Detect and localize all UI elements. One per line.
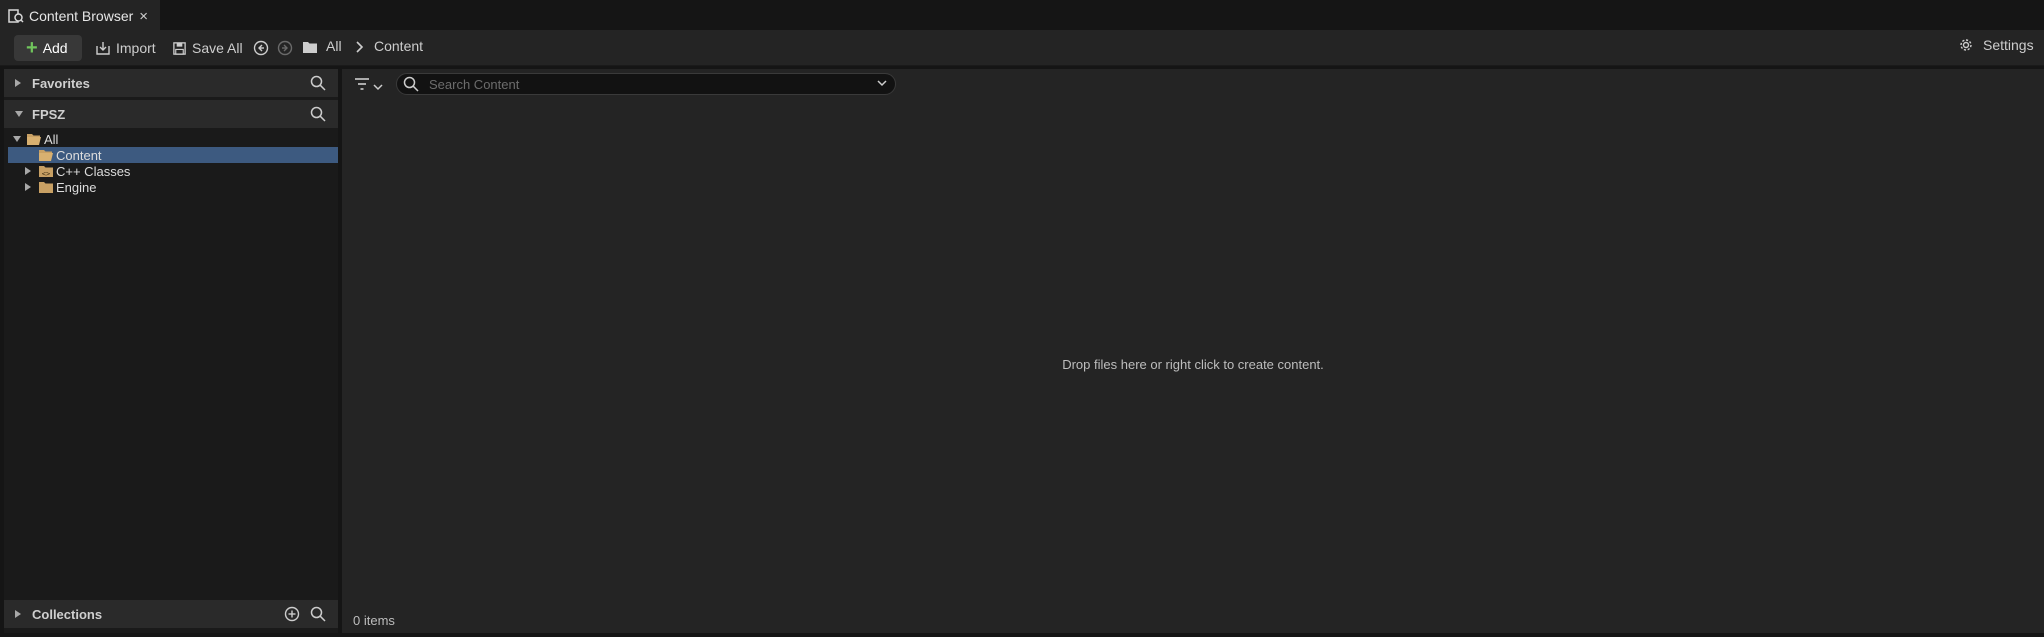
svg-text:<>: <> bbox=[42, 170, 50, 178]
favorites-label: Favorites bbox=[32, 75, 90, 91]
forward-icon[interactable] bbox=[277, 40, 293, 61]
breadcrumb-all[interactable]: All bbox=[326, 38, 342, 54]
folder-code-icon: <> bbox=[38, 165, 54, 178]
save-all-button[interactable]: Save All bbox=[172, 35, 243, 61]
plus-icon: + bbox=[26, 37, 38, 59]
item-count: 0 items bbox=[353, 613, 395, 628]
tree-item-all[interactable]: All bbox=[8, 131, 338, 147]
add-button[interactable]: + Add bbox=[14, 35, 82, 61]
tab-content-browser[interactable]: Content Browser × bbox=[0, 0, 160, 30]
gear-icon bbox=[1958, 37, 1974, 53]
project-label: FPSZ bbox=[32, 106, 66, 122]
tree-item-cpp-classes[interactable]: <> C++ Classes bbox=[8, 163, 338, 179]
tab-title: Content Browser bbox=[29, 8, 134, 24]
collections-label: Collections bbox=[32, 606, 103, 622]
tree-item-label: Engine bbox=[56, 179, 97, 195]
search-field[interactable] bbox=[396, 73, 896, 95]
favorites-header[interactable]: Favorites bbox=[4, 69, 338, 97]
tree-item-label: All bbox=[44, 131, 59, 147]
chevron-down-icon[interactable] bbox=[877, 79, 887, 87]
filter-icon bbox=[354, 77, 370, 96]
collapse-arrow-icon[interactable] bbox=[12, 135, 22, 143]
search-icon[interactable] bbox=[310, 606, 326, 627]
close-icon[interactable]: × bbox=[139, 8, 148, 25]
project-header[interactable]: FPSZ bbox=[4, 100, 338, 128]
save-all-button-label: Save All bbox=[192, 40, 243, 56]
content-browser-icon bbox=[6, 6, 26, 26]
add-collection-icon[interactable] bbox=[284, 606, 300, 627]
folder-icon bbox=[38, 181, 54, 194]
save-icon bbox=[172, 41, 187, 56]
folder-open-icon bbox=[38, 149, 54, 162]
import-button[interactable]: Import bbox=[95, 35, 156, 61]
search-input[interactable] bbox=[427, 75, 857, 93]
chevron-right-icon[interactable] bbox=[354, 40, 364, 59]
folder-open-icon bbox=[26, 133, 42, 146]
search-icon[interactable] bbox=[310, 75, 326, 96]
collapse-arrow-icon[interactable] bbox=[14, 110, 24, 118]
add-button-label: Add bbox=[42, 40, 68, 56]
chevron-down-icon bbox=[373, 83, 383, 91]
expand-arrow-icon[interactable] bbox=[24, 182, 34, 192]
folder-icon[interactable] bbox=[302, 40, 318, 59]
sources-panel: Favorites FPSZ All Content <> C++ Classe… bbox=[4, 69, 338, 633]
expand-arrow-icon[interactable] bbox=[24, 166, 34, 176]
filter-button[interactable] bbox=[354, 77, 383, 96]
back-icon[interactable] bbox=[253, 40, 269, 61]
tree-item-label: C++ Classes bbox=[56, 163, 131, 179]
tab-bar: Content Browser × bbox=[0, 0, 2044, 30]
tree-item-label: Content bbox=[56, 147, 102, 163]
tree-item-content[interactable]: Content bbox=[8, 147, 338, 163]
breadcrumb-content[interactable]: Content bbox=[374, 38, 423, 54]
tree-item-engine[interactable]: Engine bbox=[8, 179, 338, 195]
settings-button[interactable]: Settings bbox=[1958, 37, 2034, 53]
toolbar: + Add Import Save All All Content Settin… bbox=[0, 30, 2044, 66]
import-icon bbox=[95, 40, 111, 56]
expand-arrow-icon[interactable] bbox=[14, 78, 24, 88]
expand-arrow-icon[interactable] bbox=[14, 609, 24, 619]
search-icon[interactable] bbox=[310, 106, 326, 127]
settings-label: Settings bbox=[1983, 37, 2034, 53]
search-icon bbox=[403, 76, 419, 92]
bottom-border bbox=[0, 633, 2044, 637]
import-button-label: Import bbox=[116, 40, 156, 56]
collections-header[interactable]: Collections bbox=[4, 600, 338, 628]
empty-message: Drop files here or right click to create… bbox=[1062, 357, 1324, 372]
asset-view[interactable]: Drop files here or right click to create… bbox=[342, 69, 2044, 633]
